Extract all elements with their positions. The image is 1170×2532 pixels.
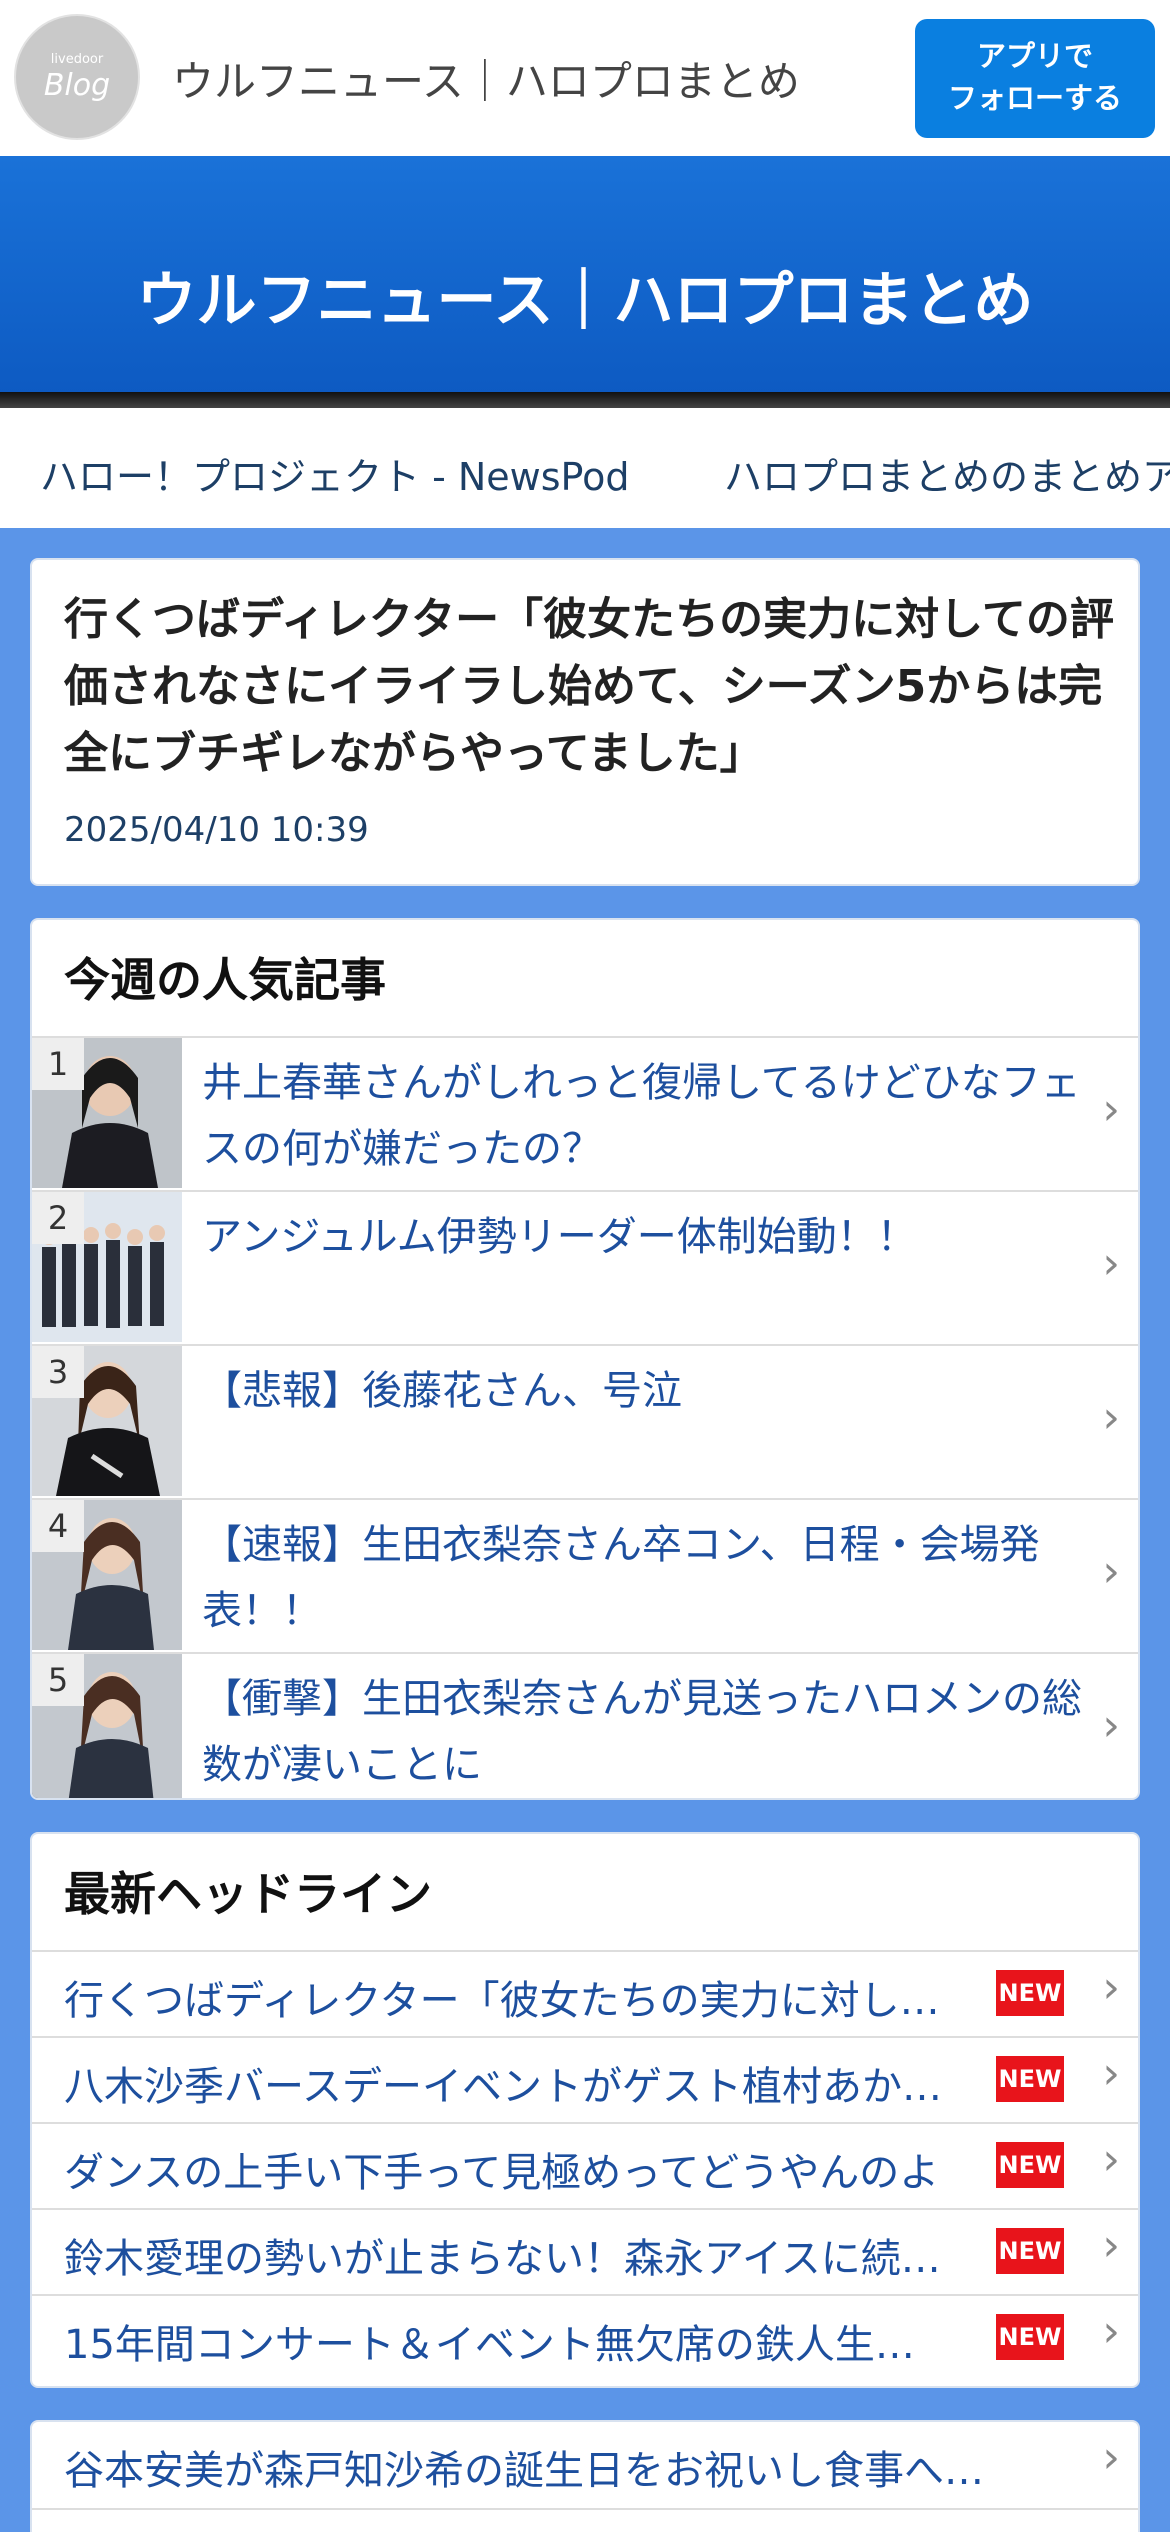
blog-banner[interactable]: ウルフニュース｜ハロプロまとめ <box>0 156 1170 396</box>
top-bar: livedoor Blog ウルフニュース｜ハロプロまとめ アプリで フォローす… <box>0 0 1170 156</box>
article-date: 2025/04/10 10:39 <box>64 810 369 850</box>
popular-item[interactable]: 1 井上春華さんがしれっと復帰してるけどひなフェスの何が嫌だったの？ › <box>32 1036 1138 1190</box>
popular-thumbnail: 2 <box>32 1192 182 1342</box>
related-links-strip[interactable]: ハロー！プロジェクト - NewsPod ハロプロまとめのまとめア <box>0 408 1170 528</box>
logo-big-text: Blog <box>43 68 111 103</box>
chevron-right-icon: › <box>1102 1962 1120 2013</box>
new-badge: NEW <box>996 2228 1064 2274</box>
headline-title[interactable]: 八木沙季バースデーイベントがゲスト植村あか… <box>64 2054 994 2112</box>
headline-title[interactable]: ダンスの上手い下手って見極めってどうやんのよ <box>64 2140 994 2198</box>
livedoor-blog-logo[interactable]: livedoor Blog <box>14 14 140 140</box>
headline-item[interactable]: 行くつばディレクター「彼女たちの実力に対し… NEW › <box>32 1950 1138 2036</box>
chevron-right-icon: › <box>1102 2134 1120 2185</box>
latest-headlines-card: 最新ヘッドライン 行くつばディレクター「彼女たちの実力に対し… NEW › 八木… <box>30 1832 1140 2388</box>
headline-item[interactable]: 15年間コンサート＆イベント無欠席の鉄人生… NEW › <box>32 2294 1138 2380</box>
more-item[interactable]: 谷本安美が森戸知沙希の誕生日をお祝いし食事へ… › <box>32 2422 1138 2508</box>
follow-line2: フォローする <box>947 81 1122 115</box>
chevron-right-icon: › <box>1102 1546 1120 1597</box>
nav-link-newspod[interactable]: ハロー！プロジェクト - NewsPod <box>40 446 629 501</box>
headline-title[interactable]: 行くつばディレクター「彼女たちの実力に対し… <box>64 1968 994 2026</box>
new-badge: NEW <box>996 2056 1064 2102</box>
chevron-right-icon: › <box>1102 2306 1120 2357</box>
chevron-right-icon: › <box>1102 1392 1120 1443</box>
popular-articles-card: 今週の人気記事 1 井上春華さんがしれっと復帰してるけどひなフェスの何が嫌だった… <box>30 918 1140 1800</box>
new-badge: NEW <box>996 2142 1064 2188</box>
popular-thumbnail: 5 <box>32 1654 182 1798</box>
rank-badge: 5 <box>32 1654 84 1706</box>
article-title[interactable]: 行くつばディレクター「彼女たちの実力に対しての評価されなさにイライラし始めて、シ… <box>64 586 1114 787</box>
chevron-right-icon: › <box>1102 1238 1120 1289</box>
more-item-title[interactable]: 谷本安美が森戸知沙希の誕生日をお祝いし食事へ… <box>64 2438 994 2496</box>
headline-item[interactable]: 鈴木愛理の勢いが止まらない！森永アイスに続… NEW › <box>32 2208 1138 2294</box>
rank-badge: 4 <box>32 1500 84 1552</box>
popular-item[interactable]: 3 【悲報】後藤花さん、号泣 › <box>32 1344 1138 1498</box>
popular-item-title[interactable]: 【悲報】後藤花さん、号泣 <box>202 1358 1082 1424</box>
headline-item[interactable]: ダンスの上手い下手って見極めってどうやんのよ NEW › <box>32 2122 1138 2208</box>
article-card: 行くつばディレクター「彼女たちの実力に対しての評価されなさにイライラし始めて、シ… <box>30 558 1140 886</box>
follow-in-app-button[interactable]: アプリで フォローする <box>915 19 1155 138</box>
rank-badge: 2 <box>32 1192 84 1244</box>
chevron-right-icon: › <box>1102 1084 1120 1135</box>
rank-badge: 1 <box>32 1038 84 1090</box>
headlines-heading: 最新ヘッドライン <box>64 1867 432 1921</box>
rank-badge: 3 <box>32 1346 84 1398</box>
popular-thumbnail: 1 <box>32 1038 182 1188</box>
nav-link-matome[interactable]: ハロプロまとめのまとめア <box>724 446 1170 501</box>
follow-line1: アプリで <box>976 39 1093 73</box>
chevron-right-icon: › <box>1102 2432 1120 2483</box>
headline-title[interactable]: 鈴木愛理の勢いが止まらない！森永アイスに続… <box>64 2226 994 2284</box>
more-item[interactable] <box>32 2508 1138 2532</box>
popular-item-title[interactable]: 【速報】生田衣梨奈さん卒コン、日程・会場発表！！ <box>202 1512 1082 1644</box>
popular-thumbnail: 4 <box>32 1500 182 1650</box>
banner-title[interactable]: ウルフニュース｜ハロプロまとめ <box>0 252 1170 339</box>
popular-item[interactable]: 4 【速報】生田衣梨奈さん卒コン、日程・会場発表！！ › <box>32 1498 1138 1652</box>
headline-item[interactable]: 八木沙季バースデーイベントがゲスト植村あか… NEW › <box>32 2036 1138 2122</box>
popular-item[interactable]: 5 【衝撃】生田衣梨奈さんが見送ったハロメンの総数が凄いことに › <box>32 1652 1138 1798</box>
new-badge: NEW <box>996 1970 1064 2016</box>
headline-title[interactable]: 15年間コンサート＆イベント無欠席の鉄人生… <box>64 2312 994 2370</box>
logo-small-text: livedoor <box>50 52 104 67</box>
more-articles-card: 谷本安美が森戸知沙希の誕生日をお祝いし食事へ… › <box>30 2420 1140 2532</box>
popular-item-title[interactable]: アンジュルム伊勢リーダー体制始動！！ <box>202 1204 1082 1270</box>
popular-item-title[interactable]: 井上春華さんがしれっと復帰してるけどひなフェスの何が嫌だったの？ <box>202 1050 1082 1182</box>
chevron-right-icon: › <box>1102 2048 1120 2099</box>
popular-thumbnail: 3 <box>32 1346 182 1496</box>
popular-item-title[interactable]: 【衝撃】生田衣梨奈さんが見送ったハロメンの総数が凄いことに <box>202 1666 1082 1798</box>
banner-divider <box>0 392 1170 408</box>
chevron-right-icon: › <box>1102 1700 1120 1751</box>
chevron-right-icon: › <box>1102 2220 1120 2271</box>
popular-heading: 今週の人気記事 <box>64 953 386 1007</box>
blog-title[interactable]: ウルフニュース｜ハロプロまとめ <box>172 48 800 109</box>
popular-item[interactable]: 2 アンジュルム伊勢リーダー体制始動！！ › <box>32 1190 1138 1344</box>
new-badge: NEW <box>996 2314 1064 2360</box>
